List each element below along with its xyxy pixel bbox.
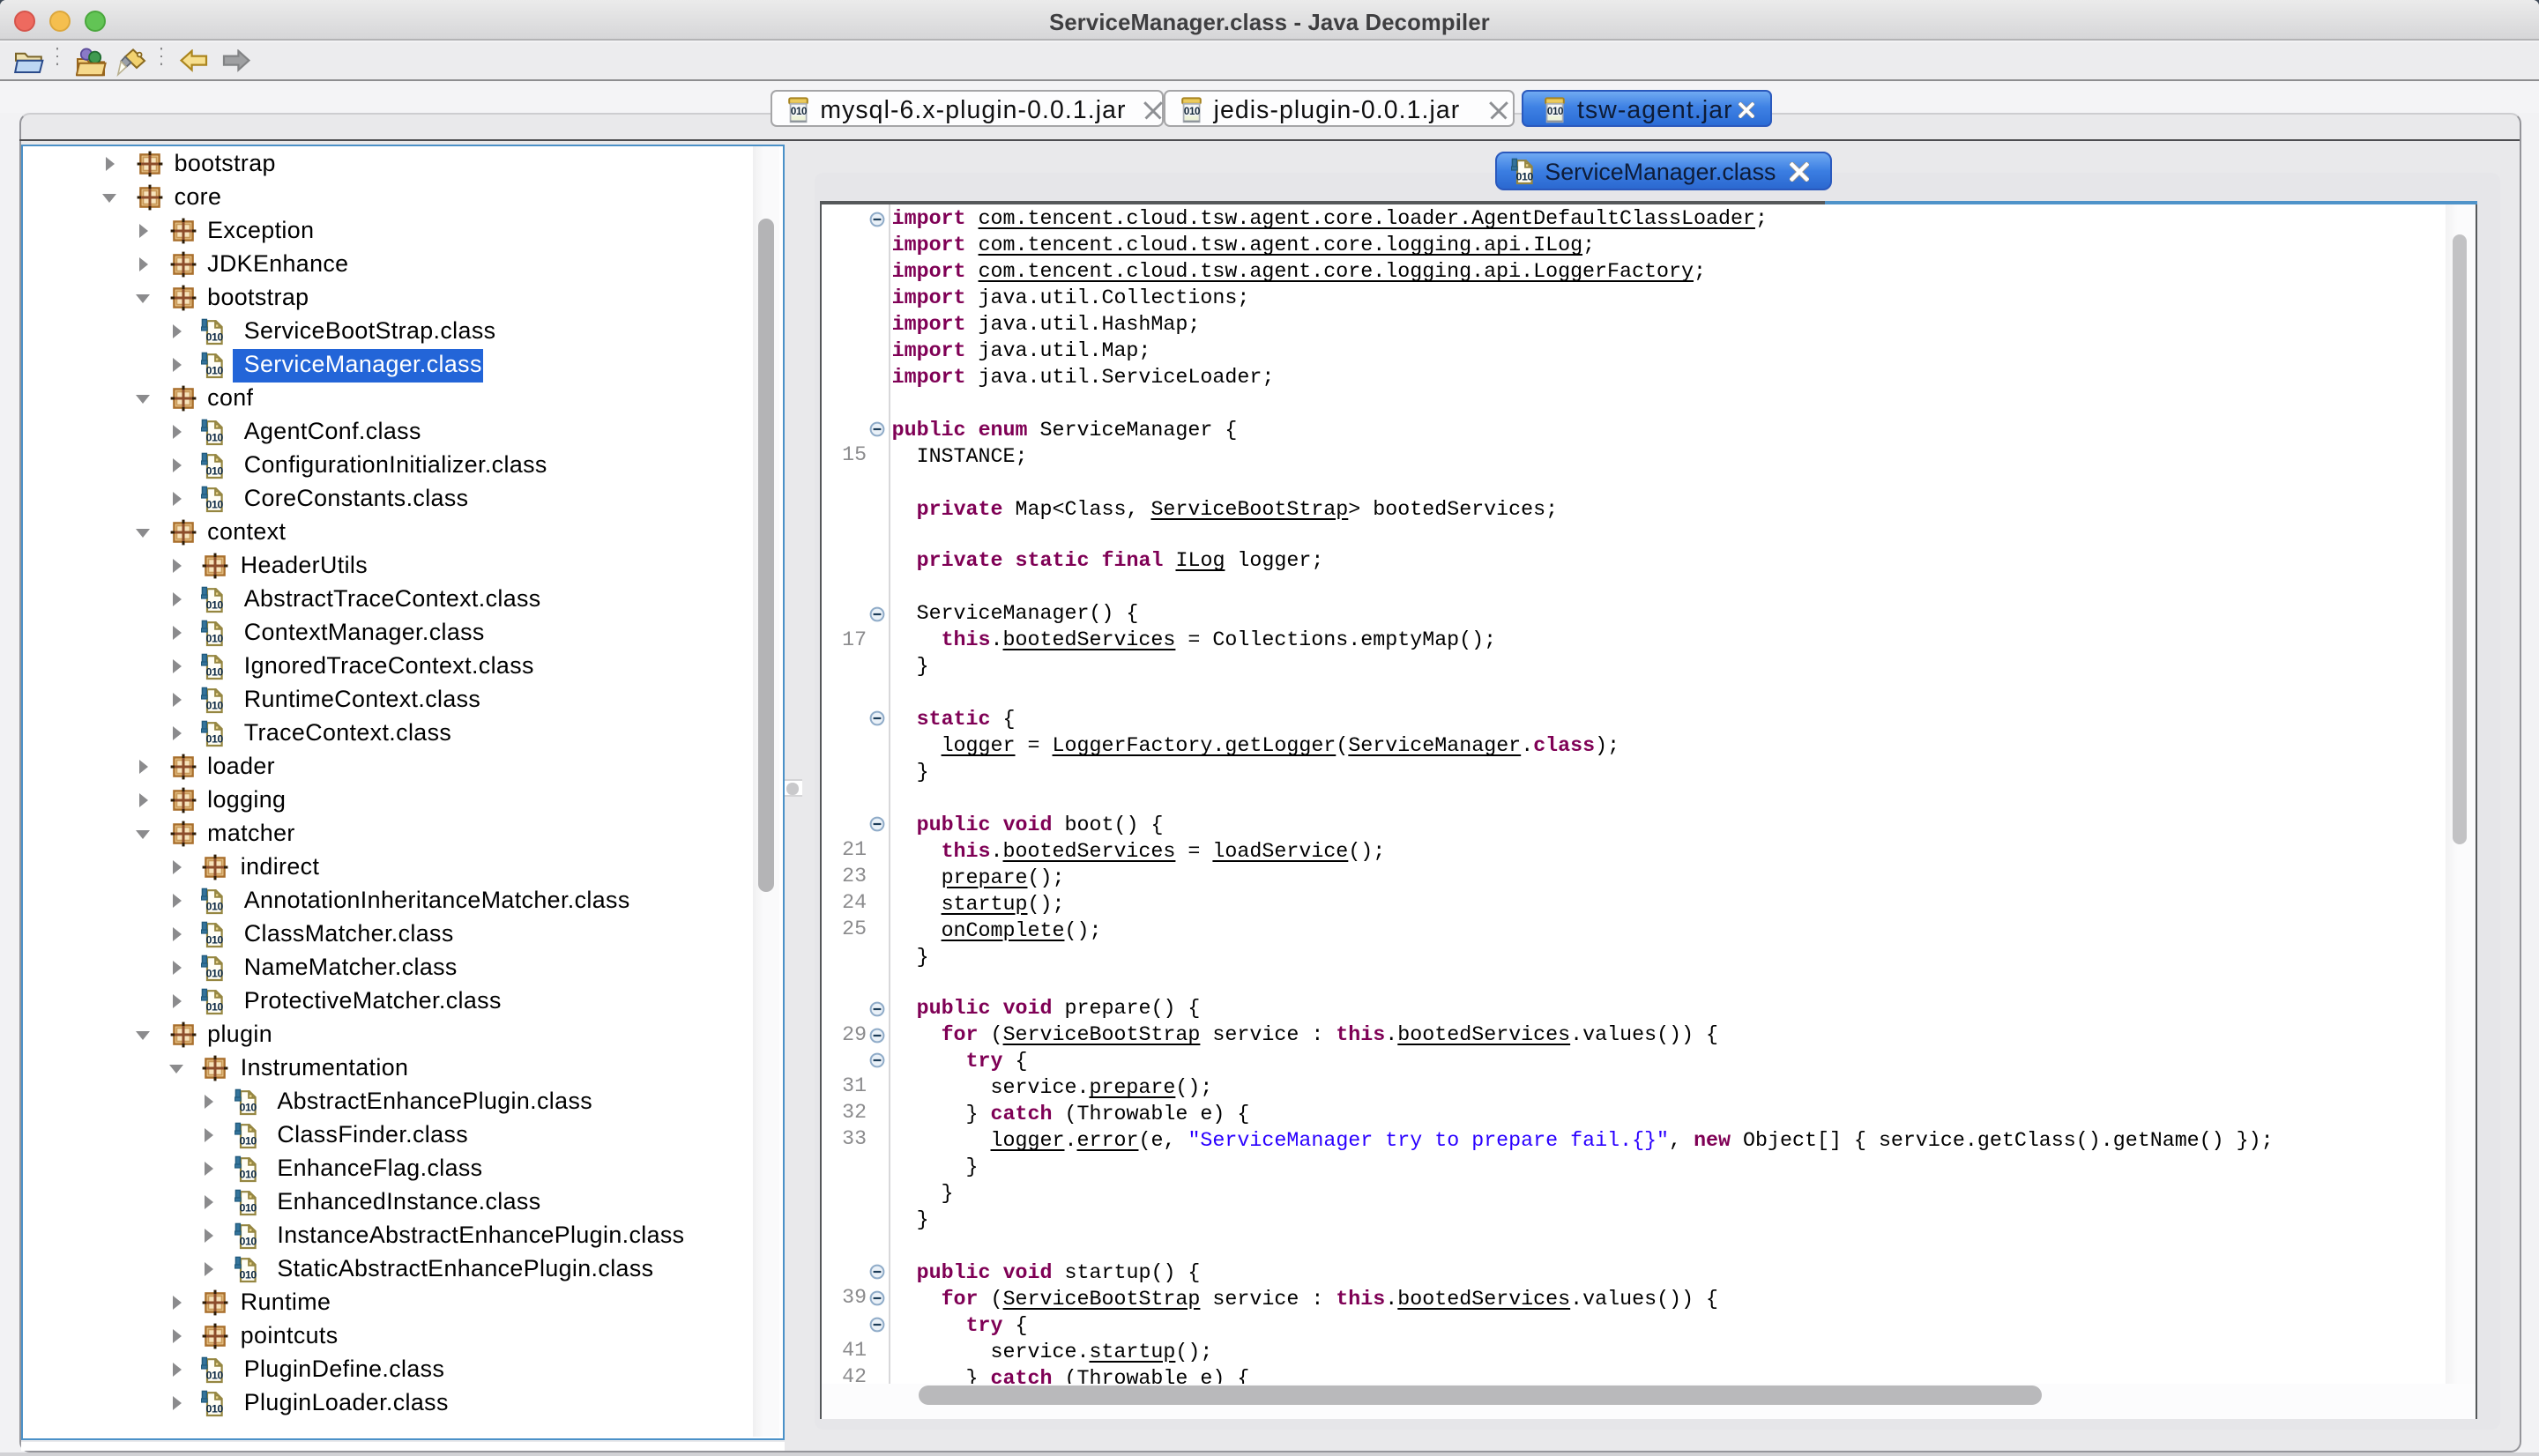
svg-text:010: 010 [206, 365, 224, 377]
svg-text:010: 010 [206, 465, 224, 478]
svg-text:010: 010 [206, 331, 224, 344]
svg-text:010: 010 [240, 1102, 257, 1114]
svg-text:010: 010 [206, 599, 224, 612]
svg-text:010: 010 [206, 1403, 224, 1415]
svg-text:010: 010 [1184, 105, 1200, 116]
svg-text:010: 010 [206, 968, 224, 980]
svg-text:010: 010 [206, 499, 224, 511]
svg-text:010: 010 [206, 733, 224, 746]
svg-text:010: 010 [206, 901, 224, 913]
svg-text:010: 010 [240, 1135, 257, 1148]
svg-text:010: 010 [206, 666, 224, 679]
svg-text:010: 010 [1547, 105, 1563, 116]
svg-text:010: 010 [206, 1001, 224, 1014]
svg-text:010: 010 [206, 1370, 224, 1382]
svg-text:010: 010 [791, 105, 807, 116]
svg-text:010: 010 [206, 934, 224, 947]
svg-text:010: 010 [240, 1202, 257, 1215]
svg-text:010: 010 [240, 1269, 257, 1281]
svg-text:010: 010 [240, 1236, 257, 1248]
svg-text:010: 010 [240, 1169, 257, 1181]
svg-text:010: 010 [206, 700, 224, 712]
svg-text:010: 010 [206, 432, 224, 444]
svg-text:010: 010 [1516, 171, 1534, 183]
svg-text:010: 010 [206, 633, 224, 645]
